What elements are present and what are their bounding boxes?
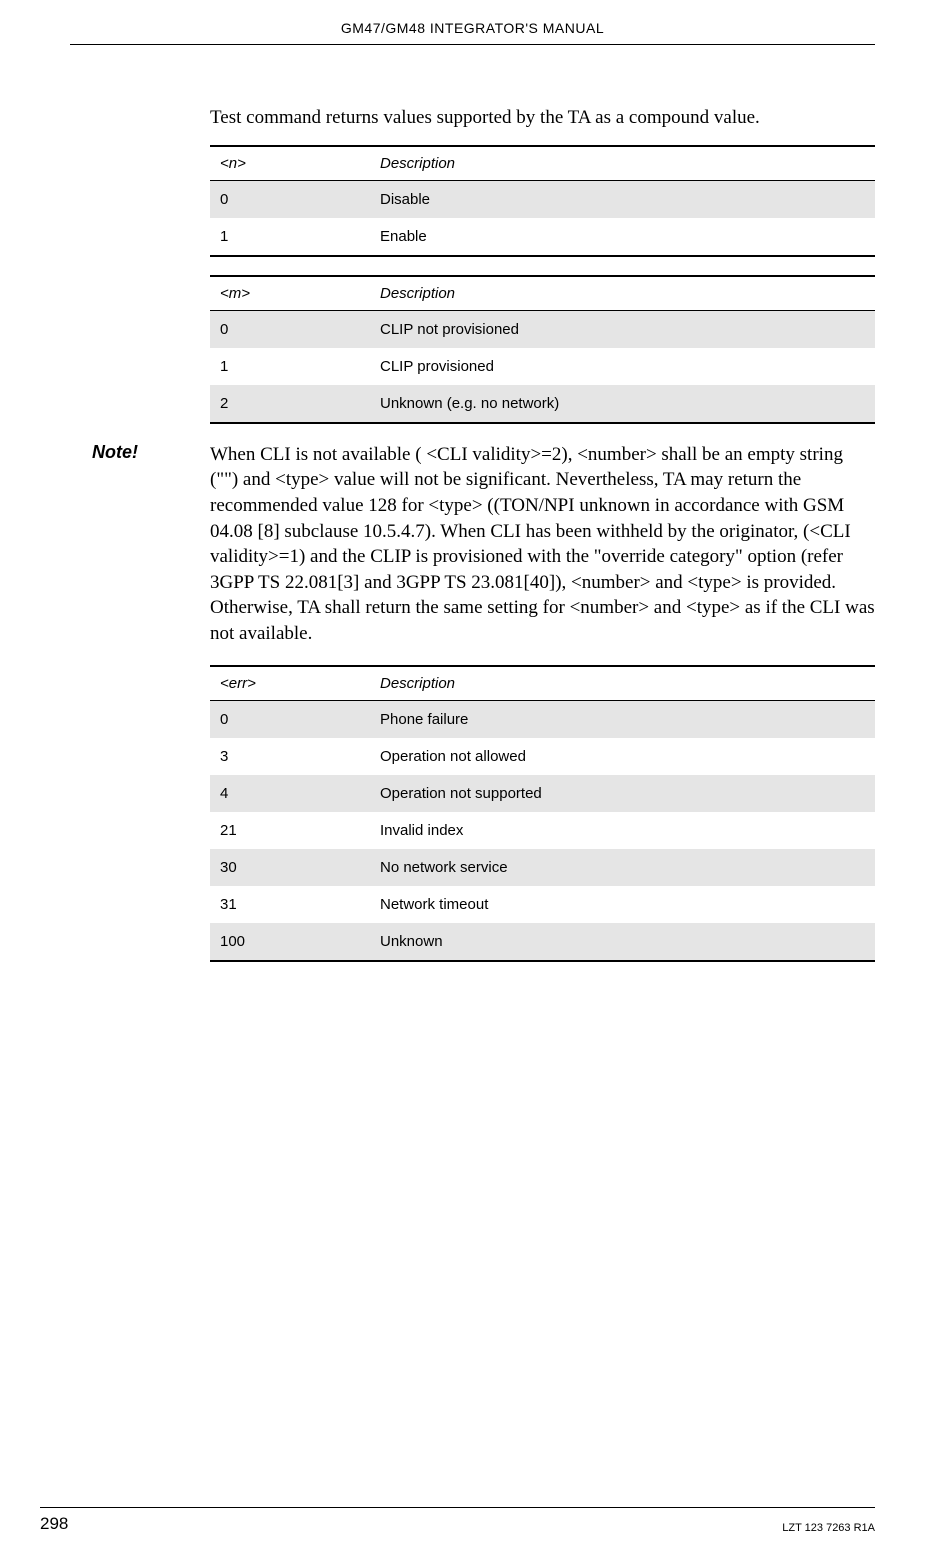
footer-row: 298 LZT 123 7263 R1A — [40, 1514, 875, 1534]
table-row: 0 CLIP not provisioned — [210, 310, 875, 348]
table-cell: 2 — [210, 385, 370, 423]
table-cell: Invalid index — [370, 812, 875, 849]
table-cell: 3 — [210, 738, 370, 775]
table-cell: 1 — [210, 348, 370, 385]
table-header-row: <n> Description — [210, 146, 875, 181]
table-cell: No network service — [370, 849, 875, 886]
table-cell: CLIP not provisioned — [370, 310, 875, 348]
table-cell: 1 — [210, 218, 370, 256]
table-cell: Unknown — [370, 923, 875, 961]
table-row: 2 Unknown (e.g. no network) — [210, 385, 875, 423]
table-cell: 30 — [210, 849, 370, 886]
table-row: 3 Operation not allowed — [210, 738, 875, 775]
table-cell: 21 — [210, 812, 370, 849]
table-row: 31 Network timeout — [210, 886, 875, 923]
table-row: 0 Disable — [210, 180, 875, 218]
table-m: <m> Description 0 CLIP not provisioned 1… — [210, 275, 875, 424]
table-header-cell: <err> — [210, 666, 370, 701]
note-block: Note! When CLI is not available ( <CLI v… — [210, 442, 875, 647]
table-cell: Enable — [370, 218, 875, 256]
table-row: 1 Enable — [210, 218, 875, 256]
table-row: 0 Phone failure — [210, 700, 875, 738]
table-cell: 0 — [210, 310, 370, 348]
table-row: 30 No network service — [210, 849, 875, 886]
table-cell: Phone failure — [370, 700, 875, 738]
table-cell: CLIP provisioned — [370, 348, 875, 385]
note-label: Note! — [92, 442, 138, 463]
page-number: 298 — [40, 1514, 68, 1534]
table-err: <err> Description 0 Phone failure 3 Oper… — [210, 665, 875, 962]
table-header-cell: Description — [370, 276, 875, 311]
document-id: LZT 123 7263 R1A — [782, 1522, 875, 1534]
table-cell: 0 — [210, 700, 370, 738]
table-cell: Disable — [370, 180, 875, 218]
table-row: 100 Unknown — [210, 923, 875, 961]
table-header-cell: Description — [370, 666, 875, 701]
content-area: Test command returns values supported by… — [210, 105, 875, 962]
table-cell: Unknown (e.g. no network) — [370, 385, 875, 423]
table-header-row: <err> Description — [210, 666, 875, 701]
page-header-title: GM47/GM48 INTEGRATOR'S MANUAL — [70, 20, 875, 36]
table-header-cell: <m> — [210, 276, 370, 311]
table-cell: Operation not allowed — [370, 738, 875, 775]
page-footer: 298 LZT 123 7263 R1A — [40, 1507, 875, 1534]
table-cell: Network timeout — [370, 886, 875, 923]
note-text: When CLI is not available ( <CLI validit… — [210, 442, 875, 647]
page: GM47/GM48 INTEGRATOR'S MANUAL Test comma… — [0, 0, 945, 1562]
table-row: 21 Invalid index — [210, 812, 875, 849]
table-cell: 31 — [210, 886, 370, 923]
intro-paragraph: Test command returns values supported by… — [210, 105, 875, 131]
table-cell: 0 — [210, 180, 370, 218]
table-cell: 100 — [210, 923, 370, 961]
table-n: <n> Description 0 Disable 1 Enable — [210, 145, 875, 257]
table-header-cell: <n> — [210, 146, 370, 181]
table-row: 4 Operation not supported — [210, 775, 875, 812]
header-rule — [70, 44, 875, 45]
table-cell: Operation not supported — [370, 775, 875, 812]
table-header-cell: Description — [370, 146, 875, 181]
table-cell: 4 — [210, 775, 370, 812]
footer-rule — [40, 1507, 875, 1508]
table-header-row: <m> Description — [210, 276, 875, 311]
table-row: 1 CLIP provisioned — [210, 348, 875, 385]
